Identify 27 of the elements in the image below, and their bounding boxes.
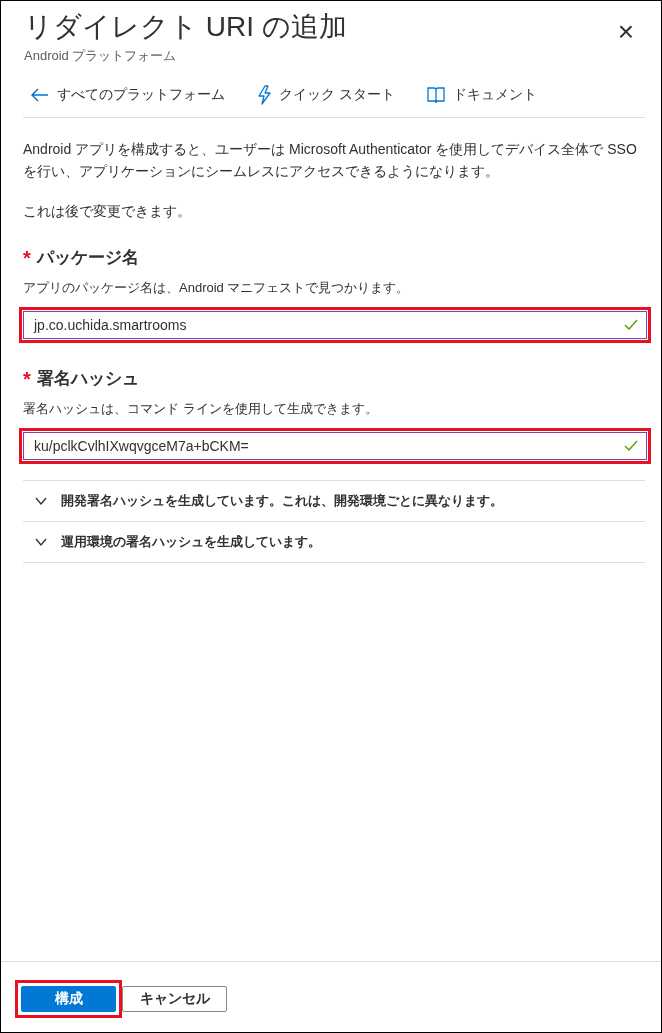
field-description: 署名ハッシュは、コマンド ラインを使用して生成できます。 bbox=[23, 400, 379, 418]
required-asterisk: * bbox=[23, 368, 31, 389]
close-button[interactable]: × bbox=[613, 17, 639, 47]
chevron-icon bbox=[35, 538, 47, 546]
checkmark-icon bbox=[624, 440, 638, 451]
cancel-button[interactable]: キャンセル bbox=[122, 986, 227, 1012]
checkmark-icon bbox=[624, 319, 638, 330]
description-text: Android アプリを構成すると、ユーザーは Microsoft Authenticator を使用してデバイス全体で SSO を行い、アプリケーションにシームレスにアクセスできるようになります。 bbox=[23, 140, 638, 181]
input-field[interactable]: ku/pclkCvlhIXwqvgceM7a+bCKM= bbox=[23, 432, 647, 460]
chevron-icon bbox=[35, 497, 47, 505]
field-label: 署名ハッシュ bbox=[36, 368, 139, 390]
book-icon bbox=[426, 86, 445, 104]
expander-row[interactable]: 開発署名ハッシュを生成しています。これは、開発環境ごとに異なります。 bbox=[23, 481, 645, 522]
field-description: アプリのパッケージ名は、Android マニフェストで見つかります。 bbox=[23, 279, 411, 297]
toolbar-link[interactable]: クイック スタート bbox=[249, 81, 401, 109]
field-label: パッケージ名 bbox=[36, 247, 139, 269]
back-arrow-icon bbox=[31, 88, 49, 102]
toolbar-link[interactable]: ドキュメント bbox=[418, 81, 543, 109]
panel-subtitle: Android プラットフォーム bbox=[24, 47, 178, 65]
panel-title: リダイレクト URI の追加 bbox=[24, 10, 347, 44]
configure-button[interactable]: 構成 bbox=[21, 986, 116, 1012]
lightning-icon bbox=[257, 85, 271, 105]
input-field[interactable]: jp.co.uchida.smartrooms bbox=[23, 311, 647, 339]
toolbar-link[interactable]: すべてのプラットフォーム bbox=[23, 81, 231, 109]
description-text: これは後で変更できます。 bbox=[23, 202, 192, 221]
expander-row[interactable]: 運用環境の署名ハッシュを生成しています。 bbox=[23, 522, 645, 563]
required-asterisk: * bbox=[23, 247, 31, 268]
